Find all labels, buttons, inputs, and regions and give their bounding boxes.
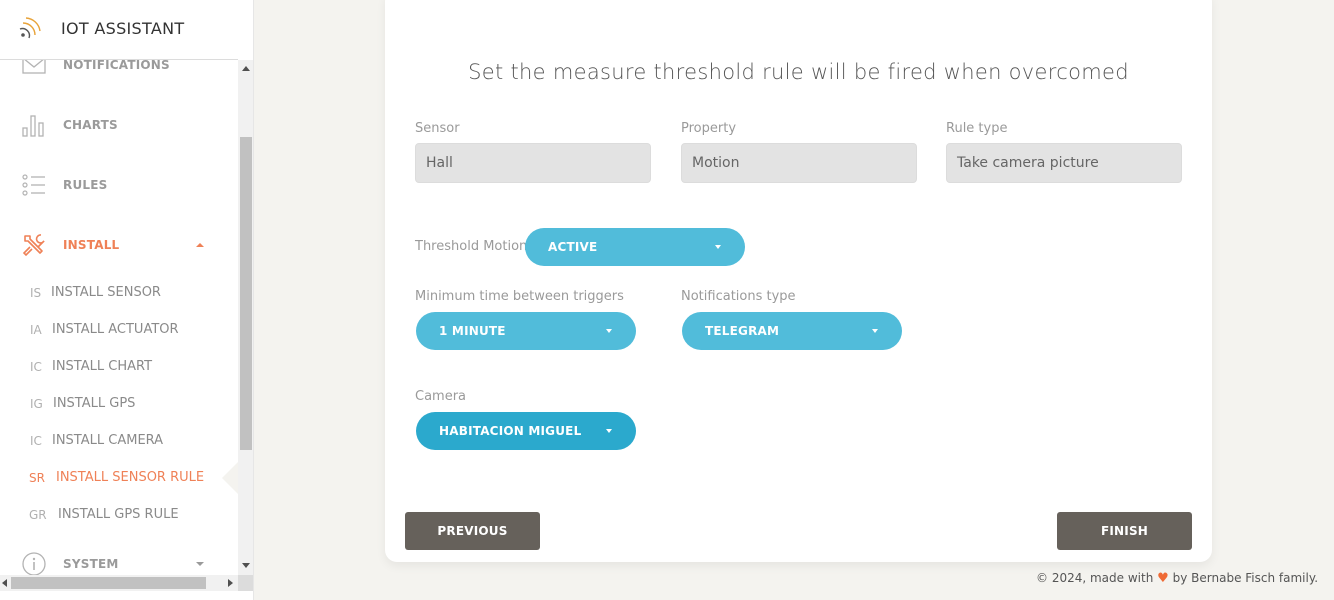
threshold-value: ACTIVE — [548, 240, 598, 254]
sidebar-item-install[interactable]: INSTALL — [0, 225, 238, 265]
sidebar-item-rules[interactable]: RULES — [0, 165, 238, 205]
scroll-up-icon[interactable] — [242, 66, 250, 71]
min-time-select[interactable]: 1 MINUTE — [416, 312, 636, 350]
tools-icon — [22, 234, 45, 257]
notifications-type-select[interactable]: TELEGRAM — [682, 312, 902, 350]
bar-chart-icon — [22, 115, 44, 137]
subitem-label: INSTALL SENSOR — [51, 285, 161, 300]
sidebar-item-label: CHARTS — [63, 118, 118, 132]
property-field: Motion — [681, 143, 917, 183]
sidebar-item-label: SYSTEM — [63, 557, 119, 571]
sensor-label: Sensor — [415, 121, 460, 136]
subitem-label: INSTALL GPS — [53, 396, 136, 411]
caret-up-icon — [196, 243, 204, 247]
sidebar-vertical-scrollbar[interactable] — [238, 60, 253, 575]
wizard-heading: Set the measure threshold rule will be f… — [468, 60, 1129, 84]
app-title: IOT ASSISTANT — [61, 19, 185, 38]
subitem-label: INSTALL SENSOR RULE — [56, 470, 205, 485]
sidebar-subitem-install-sensor-rule[interactable]: SR INSTALL SENSOR RULE — [0, 464, 238, 494]
subitem-abbr: IC — [30, 434, 42, 448]
sidebar-nav: NOTIFICATIONS CHARTS RULES INSTALL IS IN… — [0, 0, 238, 600]
subitem-abbr: IA — [30, 323, 42, 337]
sensor-field: Hall — [415, 143, 651, 183]
list-icon — [22, 174, 45, 196]
sidebar-item-label: INSTALL — [63, 238, 120, 252]
scroll-thumb[interactable] — [240, 137, 252, 450]
rule-wizard-card: Set the measure threshold rule will be f… — [385, 0, 1212, 562]
brand-header: IOT ASSISTANT — [0, 0, 238, 60]
caret-down-icon — [196, 562, 204, 566]
subitem-abbr: IS — [30, 286, 42, 300]
scroll-thumb[interactable] — [11, 577, 206, 589]
sidebar-subitem-install-chart[interactable]: IC INSTALL CHART — [0, 353, 238, 383]
caret-down-icon — [606, 329, 612, 333]
caret-down-icon — [715, 245, 721, 249]
heart-icon: ♥ — [1157, 571, 1169, 586]
footer: © 2024, made with ♥ by Bernabe Fisch fam… — [1036, 571, 1318, 586]
sidebar-subitem-install-gps-rule[interactable]: GR INSTALL GPS RULE — [0, 501, 238, 531]
footer-prefix: © 2024, made with — [1036, 571, 1154, 585]
scrollbar-corner — [238, 575, 253, 591]
property-label: Property — [681, 121, 737, 136]
min-time-value: 1 MINUTE — [439, 324, 506, 338]
footer-suffix: by Bernabe Fisch family. — [1172, 571, 1319, 585]
camera-select[interactable]: HABITACION MIGUEL — [416, 412, 636, 450]
sidebar-subitem-install-actuator[interactable]: IA INSTALL ACTUATOR — [0, 316, 238, 346]
info-icon — [22, 552, 46, 576]
scroll-left-icon[interactable] — [2, 579, 7, 587]
subitem-label: INSTALL CHART — [52, 359, 153, 374]
scroll-right-icon[interactable] — [228, 579, 233, 587]
min-time-label: Minimum time between triggers — [415, 289, 624, 304]
sidebar: NOTIFICATIONS CHARTS RULES INSTALL IS IN… — [0, 0, 254, 600]
subitem-label: INSTALL ACTUATOR — [52, 322, 179, 337]
camera-label: Camera — [415, 389, 467, 404]
caret-down-icon — [872, 329, 878, 333]
sidebar-subitem-install-gps[interactable]: IG INSTALL GPS — [0, 390, 238, 420]
caret-down-icon — [606, 429, 612, 433]
finish-button[interactable]: FINISH — [1057, 512, 1192, 550]
scroll-down-icon[interactable] — [242, 563, 250, 568]
subitem-abbr: IC — [30, 360, 42, 374]
rule-type-label: Rule type — [946, 121, 1008, 136]
subitem-abbr: GR — [29, 508, 47, 522]
signal-logo-icon — [19, 17, 41, 39]
rule-type-field: Take camera picture — [946, 143, 1182, 183]
sidebar-subitem-install-sensor[interactable]: IS INSTALL SENSOR — [0, 279, 238, 309]
notifications-type-label: Notifications type — [681, 289, 796, 304]
sidebar-horizontal-scrollbar[interactable] — [0, 575, 238, 591]
notifications-type-value: TELEGRAM — [705, 324, 780, 338]
threshold-label: Threshold Motion — [415, 239, 528, 254]
sidebar-item-label: NOTIFICATIONS — [63, 58, 170, 72]
previous-button[interactable]: PREVIOUS — [405, 512, 540, 550]
sidebar-item-label: RULES — [63, 178, 108, 192]
threshold-select[interactable]: ACTIVE — [525, 228, 745, 266]
subitem-abbr: SR — [29, 471, 45, 485]
sidebar-item-charts[interactable]: CHARTS — [0, 105, 238, 145]
camera-value: HABITACION MIGUEL — [439, 424, 582, 438]
sidebar-subitem-install-camera[interactable]: IC INSTALL CAMERA — [0, 427, 238, 457]
active-indicator — [222, 462, 238, 494]
subitem-label: INSTALL CAMERA — [52, 433, 164, 448]
subitem-abbr: IG — [30, 397, 43, 411]
subitem-label: INSTALL GPS RULE — [58, 507, 179, 522]
